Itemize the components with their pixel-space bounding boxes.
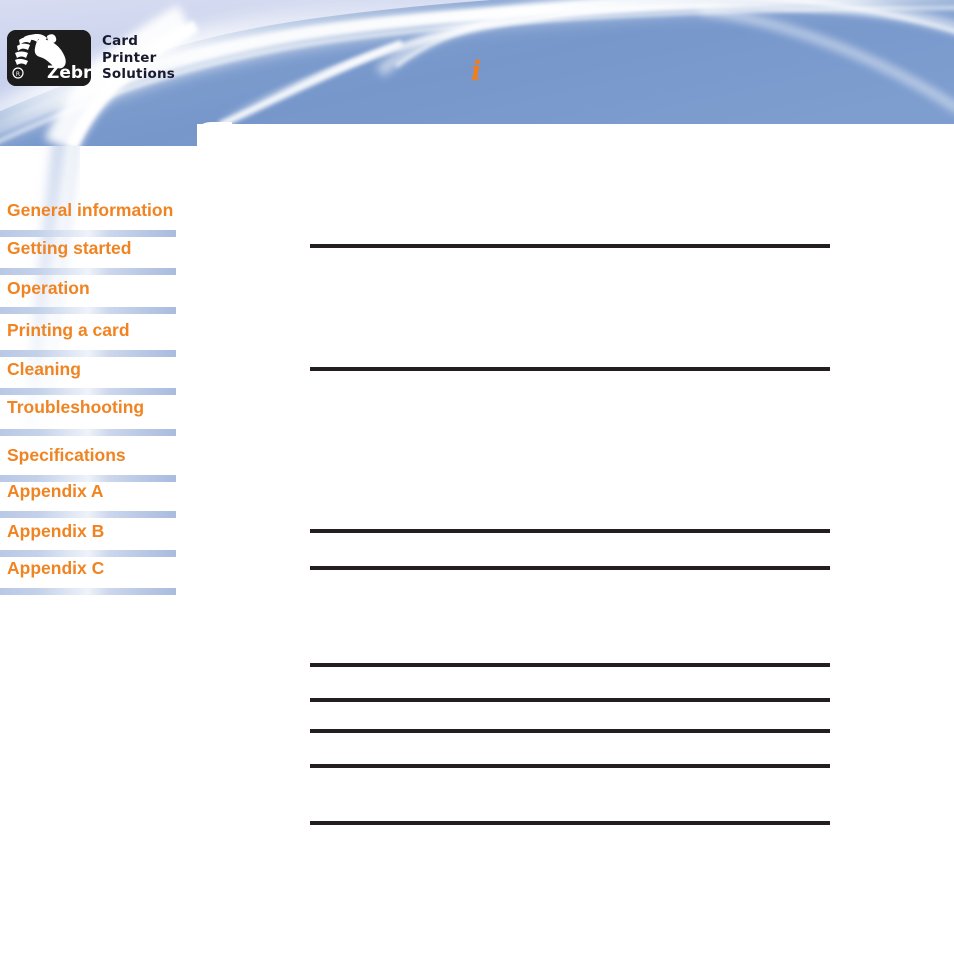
content-rule [310, 367, 830, 371]
content-rule [310, 244, 830, 248]
nav-divider [0, 350, 176, 357]
nav-divider [0, 588, 176, 595]
decorative-swoosh [19, 146, 78, 466]
content-rule [310, 729, 830, 733]
content-rule [310, 663, 830, 667]
svg-text:Zebra: Zebra [47, 63, 91, 83]
sidebar-item-operation[interactable]: Operation [0, 279, 90, 298]
sidebar-item-printing-a-card[interactable]: Printing a card [0, 321, 130, 340]
zebra-head-logo: Zebra R [7, 30, 91, 86]
info-mark-icon: i [471, 56, 482, 87]
sidebar-item-general-information[interactable]: General information [0, 201, 173, 220]
svg-text:R: R [16, 71, 20, 78]
nav-divider [0, 550, 176, 557]
brand-tagline: Card Printer Solutions [102, 33, 176, 83]
sidebar-navigation: General information Getting started Oper… [0, 146, 200, 954]
nav-divider [0, 230, 176, 237]
nav-divider [0, 429, 176, 436]
sidebar-item-appendix-c[interactable]: Appendix C [0, 559, 104, 578]
nav-divider [0, 388, 176, 395]
nav-divider [0, 307, 176, 314]
sidebar-item-getting-started[interactable]: Getting started [0, 239, 131, 258]
page-banner: Zebra R Card Printer Solutions i [0, 0, 954, 146]
zebra-logo: Zebra R Card Printer Solutions [7, 29, 193, 87]
nav-divider [0, 268, 176, 275]
sidebar-item-specifications[interactable]: Specifications [0, 446, 126, 465]
content-rule [310, 566, 830, 570]
content-rule [310, 698, 830, 702]
sidebar-item-troubleshooting[interactable]: Troubleshooting [0, 398, 144, 417]
content-rule [310, 764, 830, 768]
sidebar-item-appendix-a[interactable]: Appendix A [0, 482, 104, 501]
sidebar-item-cleaning[interactable]: Cleaning [0, 360, 81, 379]
sidebar-item-appendix-b[interactable]: Appendix B [0, 522, 104, 541]
nav-divider [0, 511, 176, 518]
content-rule [310, 529, 830, 533]
content-rule [310, 821, 830, 825]
